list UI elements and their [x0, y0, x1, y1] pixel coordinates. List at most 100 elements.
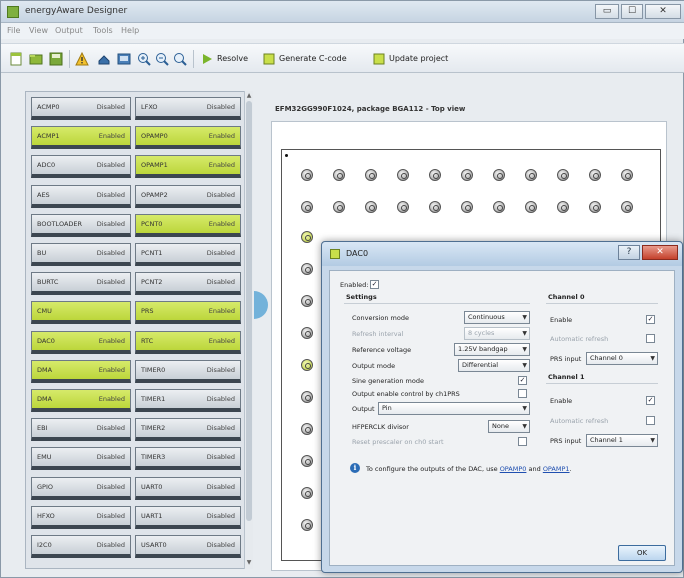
peripheral-item[interactable]: TIMER1 Disabled — [135, 389, 241, 412]
bga-pin[interactable] — [301, 423, 313, 435]
bga-pin[interactable] — [301, 169, 313, 181]
channel1-auto-refresh-checkbox[interactable] — [646, 416, 655, 425]
bga-pin[interactable] — [493, 201, 505, 213]
bga-pin[interactable] — [301, 327, 313, 339]
peripheral-item[interactable]: TIMER0 Disabled — [135, 359, 241, 383]
peripheral-item[interactable]: USART0 Disabled — [135, 535, 241, 558]
bga-pin[interactable] — [525, 169, 537, 181]
scroll-thumb[interactable] — [246, 101, 252, 521]
dialog-help-button[interactable]: ? — [618, 245, 640, 260]
bga-pin[interactable] — [301, 201, 313, 213]
maximize-button[interactable]: ☐ — [621, 4, 643, 19]
bga-pin[interactable] — [301, 295, 313, 307]
bga-pin[interactable] — [365, 169, 377, 181]
peripheral-item[interactable]: UART1 Disabled — [135, 505, 241, 529]
sine-generation-checkbox[interactable]: ✓ — [518, 376, 527, 385]
zoom-in-icon[interactable] — [137, 52, 151, 66]
reset-prescaler-checkbox[interactable] — [518, 437, 527, 446]
channel1-prs-input-select[interactable]: Channel 1 ▼ — [586, 434, 658, 447]
peripheral-item[interactable]: DMA Enabled — [31, 359, 131, 383]
peripheral-item[interactable]: LFXO Disabled — [135, 97, 241, 120]
enabled-checkbox[interactable]: ✓ — [370, 280, 379, 289]
peripheral-item[interactable]: PRS Enabled — [135, 301, 241, 325]
generate-c-code-button[interactable]: Generate C-code — [263, 50, 347, 68]
peripheral-item[interactable]: OPAMP1 Enabled — [135, 155, 241, 179]
peripheral-item[interactable]: ACMP0 Disabled — [31, 97, 131, 120]
bga-pin[interactable] — [301, 391, 313, 403]
menu-view[interactable]: View — [29, 26, 48, 35]
board-icon[interactable] — [117, 52, 131, 66]
bga-pin[interactable] — [397, 201, 409, 213]
update-project-button[interactable]: Update project — [373, 50, 448, 68]
bga-pin[interactable] — [461, 169, 473, 181]
bga-pin[interactable] — [301, 231, 313, 243]
output-mode-select[interactable]: Differential ▼ — [458, 359, 530, 372]
peripheral-item[interactable]: ACMP1 Enabled — [31, 126, 131, 150]
peripheral-item[interactable]: CMU — [31, 301, 131, 325]
panel-splitter-handle[interactable] — [254, 291, 268, 319]
menu-help[interactable]: Help — [121, 26, 139, 35]
bga-pin[interactable] — [557, 201, 569, 213]
peripheral-item[interactable]: TIMER2 Disabled — [135, 418, 241, 442]
bga-pin[interactable] — [589, 201, 601, 213]
minimize-button[interactable]: ▭ — [595, 4, 619, 19]
peripheral-item[interactable]: PCNT0 Enabled — [135, 213, 241, 237]
scroll-down-icon[interactable]: ▼ — [246, 559, 252, 567]
zoom-fit-icon[interactable] — [173, 52, 187, 66]
bga-pin[interactable] — [301, 455, 313, 467]
peripheral-item[interactable]: DMA Enabled — [31, 389, 131, 412]
peripheral-item[interactable]: EBI Disabled — [31, 418, 131, 442]
refresh-interval-select[interactable]: 8 cycles ▼ — [464, 327, 530, 340]
peripheral-item[interactable]: EMU Disabled — [31, 447, 131, 471]
open-icon[interactable] — [29, 52, 43, 66]
bga-pin[interactable] — [621, 169, 633, 181]
reference-voltage-select[interactable]: 1.25V bandgap ▼ — [454, 343, 530, 356]
bga-pin[interactable] — [589, 169, 601, 181]
bga-pin[interactable] — [557, 169, 569, 181]
bga-pin[interactable] — [525, 201, 537, 213]
new-file-icon[interactable] — [9, 52, 23, 66]
bga-pin[interactable] — [333, 169, 345, 181]
peripheral-item[interactable]: BURTC Disabled — [31, 272, 131, 296]
bga-pin[interactable] — [397, 169, 409, 181]
channel0-prs-input-select[interactable]: Channel 0 ▼ — [586, 352, 658, 365]
bga-pin[interactable] — [301, 487, 313, 499]
bga-pin[interactable] — [301, 519, 313, 531]
opamp0-link[interactable]: OPAMP0 — [500, 465, 527, 473]
hfperclk-divisor-select[interactable]: None ▼ — [488, 420, 530, 433]
peripheral-item[interactable]: ADC0 Disabled — [31, 155, 131, 179]
bga-pin[interactable] — [621, 201, 633, 213]
peripheral-item[interactable]: GPIO Disabled — [31, 476, 131, 500]
peripheral-item[interactable]: I2C0 Disabled — [31, 535, 131, 558]
peripheral-item[interactable]: HFXO Disabled — [31, 505, 131, 529]
peripheral-item[interactable]: BOOTLOADER Disabled — [31, 213, 131, 237]
resolve-button[interactable]: Resolve — [201, 50, 248, 68]
bga-pin[interactable] — [301, 359, 313, 371]
channel0-auto-refresh-checkbox[interactable] — [646, 334, 655, 343]
channel0-enable-checkbox[interactable]: ✓ — [646, 315, 655, 324]
peripheral-item[interactable]: UART0 Disabled — [135, 476, 241, 500]
bga-pin[interactable] — [301, 263, 313, 275]
peripheral-item[interactable]: PCNT2 Disabled — [135, 272, 241, 296]
bga-pin[interactable] — [365, 201, 377, 213]
peripheral-item[interactable]: RTC Enabled — [135, 330, 241, 354]
peripheral-item[interactable]: OPAMP2 Disabled — [135, 184, 241, 208]
bga-pin[interactable] — [333, 201, 345, 213]
bga-pin[interactable] — [429, 201, 441, 213]
scroll-up-icon[interactable]: ▲ — [246, 92, 252, 100]
menu-output[interactable]: Output — [55, 26, 83, 35]
ok-button[interactable]: OK — [618, 545, 666, 561]
peripheral-item[interactable]: BU Disabled — [31, 243, 131, 266]
output-enable-prs-checkbox[interactable] — [518, 389, 527, 398]
peripheral-scrollbar[interactable]: ▲ ▼ — [244, 91, 253, 569]
peripheral-item[interactable]: OPAMP0 Enabled — [135, 126, 241, 150]
dialog-close-button[interactable]: ✕ — [642, 245, 678, 260]
menu-file[interactable]: File — [7, 26, 20, 35]
peripheral-item[interactable]: AES Disabled — [31, 184, 131, 208]
channel1-enable-checkbox[interactable]: ✓ — [646, 396, 655, 405]
window-close-button[interactable]: ✕ — [645, 4, 681, 19]
zoom-out-icon[interactable] — [155, 52, 169, 66]
menu-tools[interactable]: Tools — [93, 26, 113, 35]
save-icon[interactable] — [49, 52, 63, 66]
peripheral-item[interactable]: PCNT1 Disabled — [135, 243, 241, 266]
